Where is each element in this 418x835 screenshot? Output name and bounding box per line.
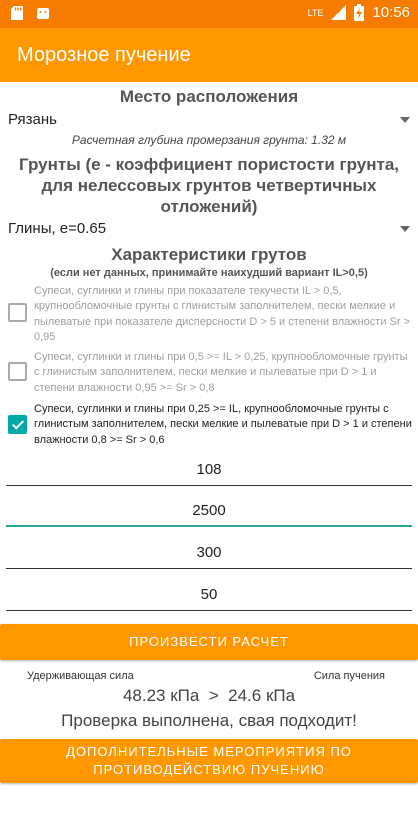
soil-option-1-text: Супеси, суглинки и глины при показателе … (34, 285, 411, 343)
soil-type-spinner[interactable]: Глины, е=0.65 (8, 220, 410, 244)
sd-card-icon (11, 6, 23, 20)
additional-measures-button[interactable]: ДОПОЛНИТЕЛЬНЫЕ МЕРОПРИЯТИЯ ПО ПРОТИВОДЕЙ… (0, 739, 418, 783)
holding-force-label: Удерживающая сила (27, 670, 134, 682)
app-bar: Морозное пучение (0, 28, 418, 82)
characteristics-hint: (если нет данных, принимайте наихудший в… (50, 267, 368, 279)
checkmark-icon (11, 417, 25, 430)
force-comparison-text: 48.23 кПа > 24.6 кПа (122, 686, 296, 705)
soil-option-2-text: Супеси, суглинки и глины при 0,5 >= IL >… (34, 351, 408, 394)
battery-charging-icon (354, 4, 365, 21)
calculate-button[interactable]: ПРОИЗВЕСТИ РАСЧЕТ (0, 624, 418, 660)
android-icon (37, 8, 49, 19)
dropdown-arrow-icon (400, 117, 410, 123)
checkbox-unchecked[interactable] (8, 303, 27, 322)
soils-heading: Грунты (е - коэффициент пористости грунт… (19, 155, 399, 216)
app-title: Морозное пучение (17, 44, 191, 66)
checkbox-checked[interactable] (8, 415, 27, 434)
status-bar: LTE 10:56 (0, 0, 418, 28)
characteristics-heading: Характеристики грутов (111, 245, 307, 264)
input-field-4[interactable]: 50 (6, 581, 412, 611)
location-spinner[interactable]: Рязань (8, 111, 410, 135)
check-result-text: Проверка выполнена, свая подходит! (61, 711, 357, 730)
checkbox-unchecked[interactable] (8, 362, 27, 381)
input-field-1[interactable]: 108 (6, 456, 412, 486)
soil-option-3-text: Супеси, суглинки и глины при 0,25 >= IL,… (34, 403, 412, 446)
heave-force-label: Сила пучения (313, 670, 385, 682)
network-type-label: LTE (307, 7, 324, 18)
location-selected-value: Рязань (8, 111, 57, 128)
force-comparison: 48.23 кПа > 24.6 кПа (0, 686, 418, 706)
clock: 10:56 (372, 4, 410, 21)
dropdown-arrow-icon (400, 226, 410, 232)
freezing-depth-text: Расчетная глубина промерзания грунта: 1.… (71, 133, 347, 147)
soil-type-selected-value: Глины, е=0.65 (8, 220, 107, 237)
location-heading: Место расположения (119, 87, 299, 106)
signal-icon (331, 5, 347, 20)
input-field-3[interactable]: 300 (6, 539, 412, 569)
input-field-2[interactable]: 2500 (6, 497, 412, 527)
